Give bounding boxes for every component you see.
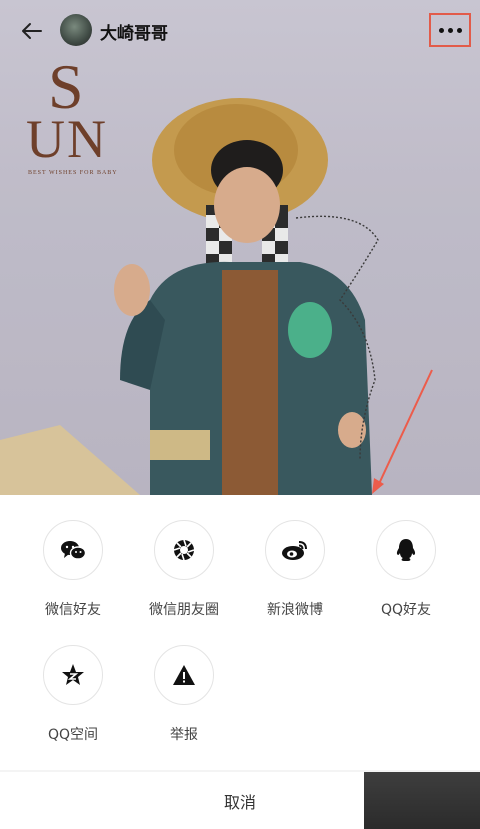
top-bar: 大崎哥哥 [0, 0, 480, 60]
share-qzone[interactable]: QQ空间 [23, 645, 123, 744]
qq-icon [396, 539, 416, 561]
moments-icon [173, 539, 195, 561]
back-button[interactable] [18, 18, 44, 44]
wechat-icon [61, 541, 86, 560]
report-icon-circle [154, 645, 214, 705]
share-qq-friend[interactable]: QQ好友 [356, 520, 456, 619]
post-photo: S UN BEST WISHES FOR BABY [0, 0, 480, 495]
share-weibo[interactable]: 新浪微博 [245, 520, 345, 619]
qzone-icon [62, 664, 84, 685]
share-label: 微信好友 [45, 602, 101, 618]
share-sheet: 微信好友 微信朋友圈 新浪微博 QQ好友 QQ空间 举报 [0, 495, 480, 770]
more-dots-icon [438, 27, 462, 33]
report-icon [173, 665, 195, 685]
share-wechat-friend[interactable]: 微信好友 [23, 520, 123, 619]
moments-icon-circle [154, 520, 214, 580]
share-label: 微信朋友圈 [149, 602, 219, 618]
share-label: 新浪微博 [267, 602, 323, 618]
share-wechat-moments[interactable]: 微信朋友圈 [134, 520, 234, 619]
more-options-button[interactable] [429, 13, 471, 47]
share-label: QQ好友 [380, 602, 432, 618]
qq-icon-circle [376, 520, 436, 580]
qzone-icon-circle [43, 645, 103, 705]
weibo-icon [282, 541, 307, 560]
share-label: 举报 [170, 727, 198, 743]
weibo-icon-circle [265, 520, 325, 580]
share-report[interactable]: 举报 [134, 645, 234, 744]
share-label: QQ空间 [47, 727, 99, 743]
child-figure-illustration [0, 98, 433, 495]
wechat-icon-circle [43, 520, 103, 580]
corner-overlay [364, 772, 480, 829]
back-arrow-icon [22, 23, 42, 39]
user-avatar[interactable] [60, 14, 92, 46]
username[interactable]: 大崎哥哥 [100, 19, 168, 44]
